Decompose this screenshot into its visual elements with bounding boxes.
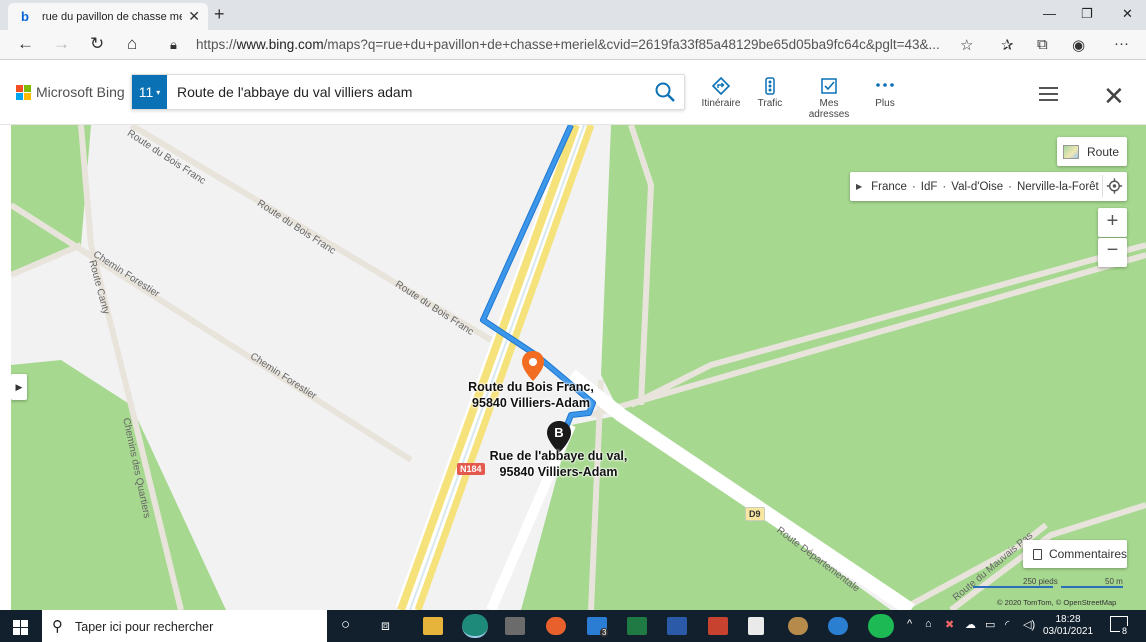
notepad-icon[interactable]	[748, 617, 764, 635]
back-icon[interactable]: ←	[17, 34, 34, 54]
favorite-star-icon[interactable]: ☆	[960, 36, 973, 54]
map-search-box[interactable]: 11 ▾ Route de l'abbaye du val villiers ad…	[131, 74, 685, 110]
traffic-button[interactable]: Trafic	[740, 77, 800, 109]
more-button[interactable]: Plus	[855, 77, 915, 109]
profile-icon[interactable]: ◉	[1072, 36, 1085, 54]
search-icon: ⚲	[52, 618, 63, 635]
bing-favicon-icon: b	[21, 8, 29, 24]
breadcrumb-val-doise[interactable]: Val-d'Oise	[951, 181, 1003, 193]
traffic-icon	[765, 77, 775, 95]
cortana-icon[interactable]: ○	[341, 616, 361, 634]
feedback-icon	[1033, 548, 1042, 560]
settings-more-icon[interactable]: ···	[1114, 35, 1129, 52]
edge-icon[interactable]	[462, 614, 488, 638]
map-canvas[interactable]: Route du Bois Franc Route du Bois Franc …	[11, 125, 1146, 610]
locate-me-icon[interactable]	[1102, 175, 1124, 197]
taskbar-search-box[interactable]: ⚲ Taper ici pour rechercher	[42, 610, 327, 642]
expand-arrow-icon[interactable]: ▶	[856, 182, 862, 191]
word-icon[interactable]	[667, 617, 687, 635]
browser-tab[interactable]: b rue du pavillon de chasse meriel ✕	[8, 3, 208, 30]
tab-title: rue du pavillon de chasse meriel	[42, 10, 182, 23]
spotify-icon[interactable]	[868, 614, 894, 638]
store-icon[interactable]	[505, 617, 525, 635]
home-icon[interactable]: ⌂	[127, 34, 137, 54]
breadcrumb-idf[interactable]: IdF	[921, 181, 938, 193]
new-tab-button[interactable]: +	[214, 4, 225, 25]
tray-chevron-icon[interactable]: ^	[907, 618, 912, 630]
svg-text:B: B	[554, 425, 563, 440]
more-icon	[876, 83, 894, 87]
search-icon[interactable]	[654, 81, 676, 103]
mail-badge: 3	[600, 628, 609, 637]
map-pin-icon[interactable]	[521, 350, 545, 382]
forward-icon[interactable]: →	[53, 34, 70, 54]
close-panel-icon[interactable]: ✕	[1103, 81, 1125, 112]
task-view-icon[interactable]: ⧈	[381, 617, 401, 635]
battery-icon[interactable]: ▭	[985, 618, 995, 631]
breadcrumb-nerville[interactable]: Nerville-la-Forêt	[1017, 181, 1099, 193]
search-input[interactable]: Route de l'abbaye du val villiers adam	[177, 84, 412, 100]
tray-app-icon[interactable]: ☁	[965, 618, 976, 631]
location-breadcrumb[interactable]: ▶ France · IdF · Val-d'Oise · Nerville-la-F…	[850, 172, 1127, 201]
firefox-icon[interactable]	[546, 617, 566, 635]
bing-brand[interactable]: Microsoft Bing	[36, 84, 125, 100]
expand-sidebar-icon[interactable]: ▶	[11, 374, 27, 400]
my-places-icon	[821, 78, 837, 94]
map-style-icon	[1063, 144, 1079, 159]
powerpoint-icon[interactable]	[708, 617, 728, 635]
tray-app-icon[interactable]: ⌂	[925, 618, 932, 630]
collections-icon[interactable]: ⧉	[1037, 36, 1048, 53]
restore-button[interactable]: ❐	[1081, 6, 1093, 22]
zoom-in-button[interactable]: +	[1098, 208, 1127, 237]
breadcrumb-france[interactable]: France	[871, 181, 907, 193]
taskbar-clock[interactable]: 18:28 03/01/2021	[1040, 614, 1096, 638]
excel-icon[interactable]	[627, 617, 647, 635]
wifi-icon[interactable]: ◜	[1005, 618, 1009, 631]
map-style-button[interactable]: Route	[1057, 137, 1127, 166]
file-explorer-icon[interactable]	[423, 617, 443, 635]
refresh-icon[interactable]: ↻	[90, 34, 104, 54]
favorites-list-icon[interactable]: ✰	[1001, 36, 1014, 54]
hamburger-menu-icon[interactable]	[1039, 87, 1058, 105]
lock-icon[interactable]: 🔒︎	[170, 37, 177, 53]
windows-start-icon[interactable]	[13, 620, 28, 635]
app-icon[interactable]	[788, 617, 808, 635]
teamviewer-icon[interactable]	[828, 617, 848, 635]
directions-icon	[711, 77, 731, 95]
bing-header: Microsoft Bing 11 ▾ Route de l'abbaye du …	[0, 61, 1146, 125]
map-copyright: © 2020 TomTom, © OpenStreetMap	[997, 598, 1117, 607]
volume-icon[interactable]: ◁)	[1023, 618, 1035, 631]
url-field[interactable]: https://www.bing.com/maps?q=rue+du+pavil…	[196, 37, 940, 52]
tab-close-icon[interactable]: ✕	[188, 8, 200, 25]
road-shield-d9: D9	[745, 507, 765, 521]
microsoft-logo-icon	[16, 85, 32, 101]
feedback-button[interactable]: Commentaires	[1023, 540, 1127, 568]
windows-taskbar: ⚲ Taper ici pour rechercher ○ ⧈ 3 ^ ⌂ ✖ …	[0, 610, 1146, 642]
window-close-button[interactable]: ✕	[1122, 6, 1133, 22]
pin-a-label[interactable]: Route du Bois Franc, 95840 Villiers-Adam	[466, 379, 596, 411]
minimize-button[interactable]: —	[1043, 6, 1056, 21]
my-places-button[interactable]: Mes adresses	[799, 77, 859, 120]
pin-b-label[interactable]: Rue de l'abbaye du val, 95840 Villiers-Ad…	[481, 448, 636, 480]
tray-app-icon[interactable]: ✖	[945, 618, 954, 631]
notifications-badge: 8	[1120, 626, 1130, 636]
zoom-out-button[interactable]: −	[1098, 238, 1127, 267]
waypoint-badge[interactable]: 11 ▾	[132, 75, 167, 109]
browser-title-bar: b rue du pavillon de chasse meriel ✕ + —…	[0, 0, 1146, 30]
address-bar-row: ← → ↻ ⌂ 🔒︎ https://www.bing.com/maps?q=r…	[0, 30, 1146, 60]
